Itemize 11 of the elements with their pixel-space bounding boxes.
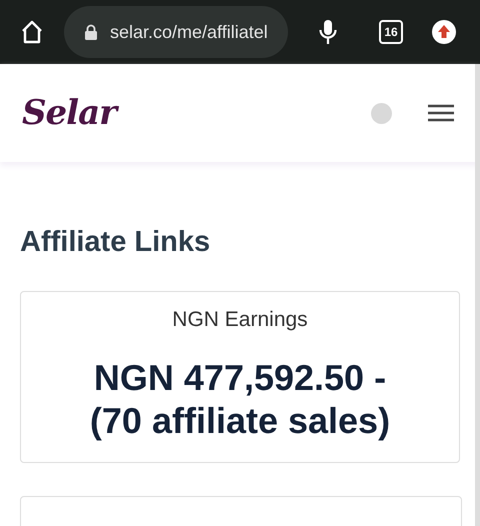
- update-icon[interactable]: [432, 20, 456, 44]
- logo[interactable]: Selar: [22, 93, 116, 133]
- microphone-icon[interactable]: [318, 18, 338, 46]
- page-title: Affiliate Links: [20, 226, 212, 259]
- tab-count[interactable]: 16: [379, 20, 403, 44]
- address-bar[interactable]: selar.co/me/affiliatel: [64, 6, 288, 58]
- lock-icon: [84, 24, 98, 40]
- card-label: NGN Earnings: [171, 308, 309, 332]
- earnings-amount: NGN 477,592.50 - (70 affiliate sales): [88, 356, 392, 442]
- menu-icon[interactable]: [428, 104, 454, 122]
- url-text: selar.co/me/affiliatel: [110, 22, 268, 42]
